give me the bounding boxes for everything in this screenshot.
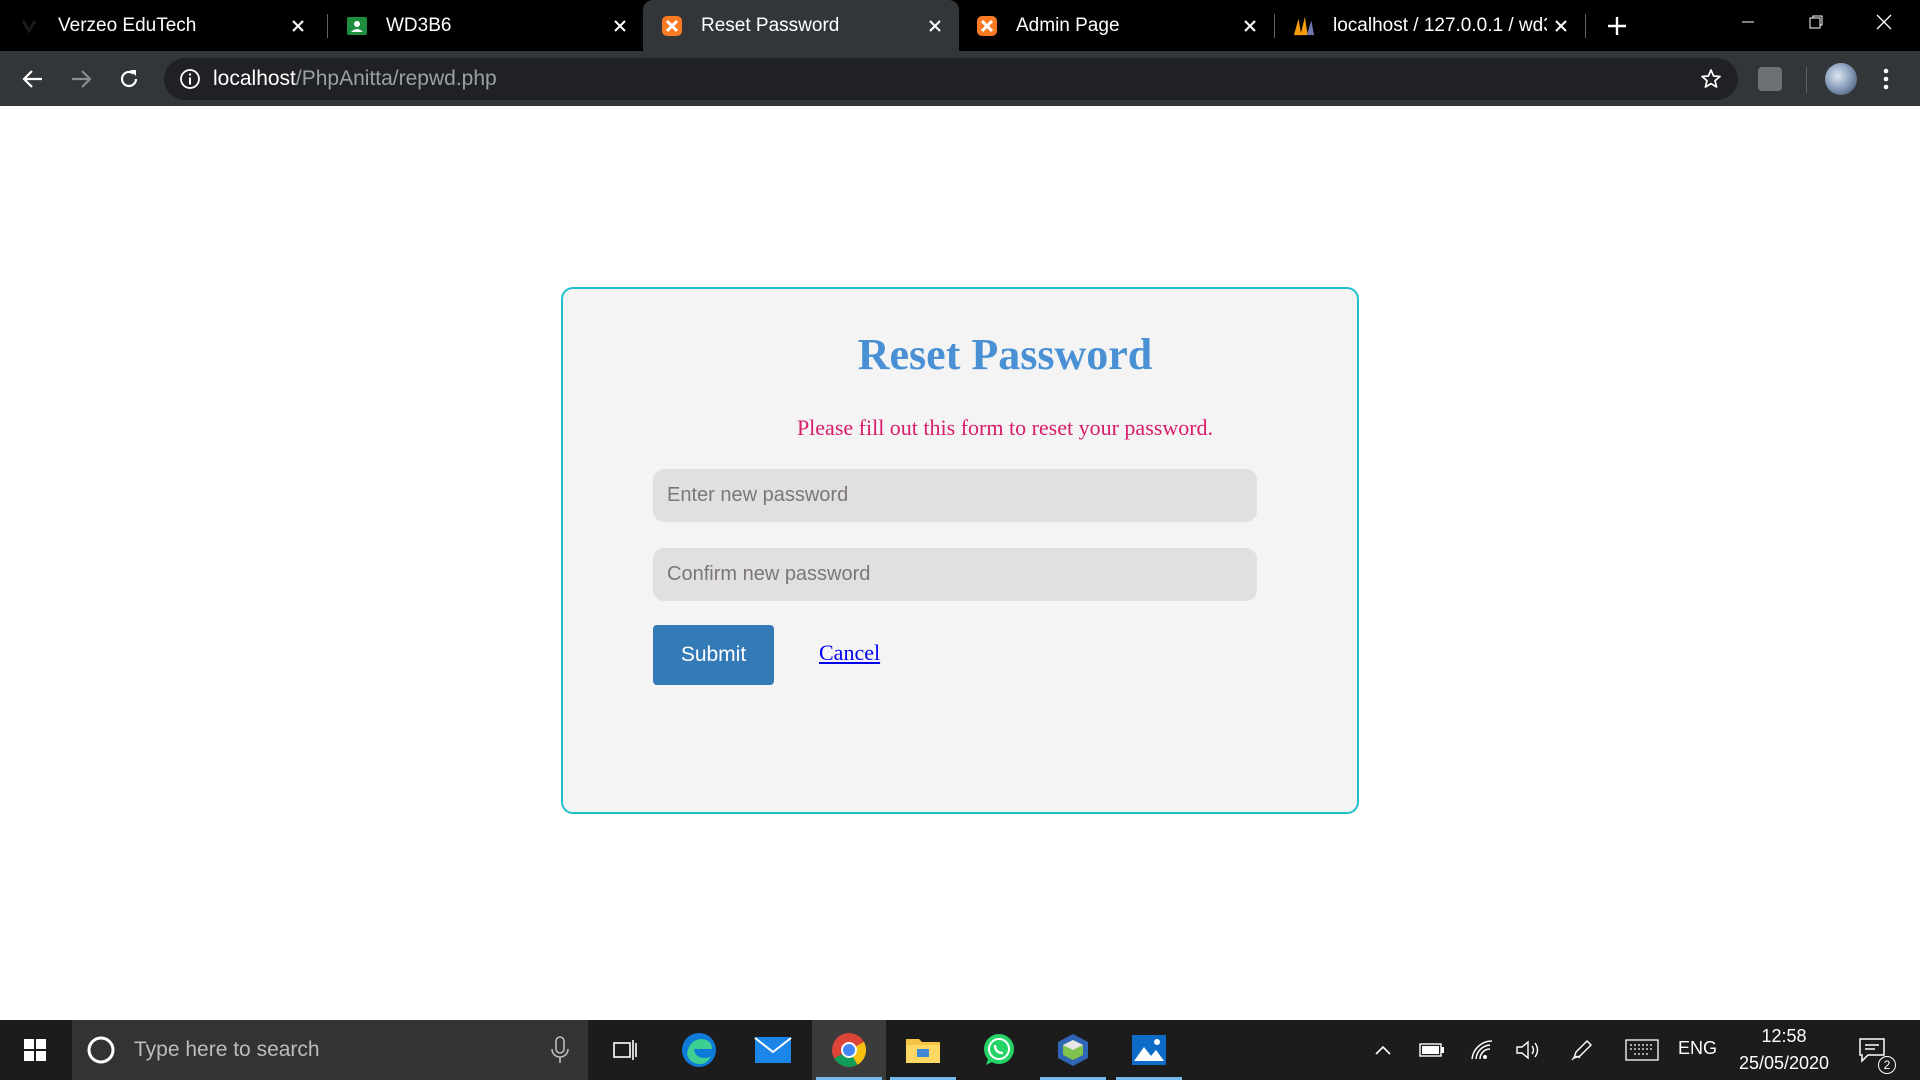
url-path: /PhpAnitta/repwd.php (295, 67, 497, 90)
extension-icon[interactable] (1758, 67, 1782, 91)
start-button[interactable] (0, 1020, 70, 1080)
taskbar-edge[interactable] (662, 1020, 736, 1080)
info-icon[interactable] (179, 68, 201, 90)
arrow-right-icon (72, 70, 92, 88)
photos-icon (1132, 1035, 1166, 1065)
browser-toolbar: localhost/PhpAnitta/repwd.php (0, 51, 1920, 106)
close-tab-icon[interactable] (1236, 12, 1264, 40)
back-button[interactable] (15, 61, 51, 97)
task-view-button[interactable] (588, 1020, 662, 1080)
mail-icon (754, 1037, 792, 1063)
taskbar-search[interactable]: Type here to search (72, 1020, 588, 1080)
tab-admin-page[interactable]: Admin Page (958, 0, 1274, 51)
task-view-icon (613, 1040, 637, 1060)
close-tab-icon[interactable] (284, 12, 312, 40)
show-hidden-icons-button[interactable] (1368, 1020, 1398, 1080)
search-placeholder: Type here to search (134, 1038, 320, 1061)
tab-phpmyadmin[interactable]: localhost / 127.0.0.1 / wd3b6 (1275, 0, 1585, 51)
close-tab-icon[interactable] (1547, 12, 1575, 40)
network-status[interactable] (1464, 1020, 1500, 1080)
close-window-button[interactable] (1854, 0, 1914, 44)
taskbar-virtualbox[interactable] (1036, 1020, 1110, 1080)
form-instructions: Please fill out this form to reset your … (796, 415, 1214, 440)
close-icon (1876, 14, 1892, 30)
chrome-icon (832, 1033, 866, 1067)
edge-icon (682, 1033, 716, 1067)
volume-control[interactable] (1510, 1020, 1546, 1080)
new-password-field[interactable] (653, 469, 1257, 522)
input-language[interactable]: ENG (1678, 1038, 1717, 1059)
cortana-icon (87, 1036, 115, 1064)
wifi-icon (1471, 1040, 1493, 1060)
tab-title: WD3B6 (386, 14, 452, 36)
clock-time: 12:58 (1761, 1026, 1807, 1046)
pen-icon (1571, 1040, 1592, 1061)
submit-button[interactable]: Submit (653, 625, 774, 685)
cancel-link[interactable]: Cancel (819, 640, 880, 666)
forward-button[interactable] (63, 61, 99, 97)
page-content: Reset Password Please fill out this form… (0, 106, 1920, 1020)
pen-workspace[interactable] (1564, 1020, 1600, 1080)
notification-count-badge: 2 (1878, 1056, 1896, 1074)
xampp-icon (661, 15, 683, 37)
tab-reset-password[interactable]: Reset Password (643, 0, 959, 51)
verzeo-icon (18, 15, 40, 37)
arrow-left-icon (22, 70, 42, 88)
windows-logo-icon (24, 1039, 46, 1061)
confirm-password-field[interactable] (653, 548, 1257, 601)
taskbar-file-explorer[interactable] (886, 1020, 960, 1080)
chevron-up-icon (1375, 1045, 1391, 1055)
taskbar-whatsapp[interactable] (962, 1020, 1036, 1080)
taskbar-mail[interactable] (736, 1020, 810, 1080)
reload-icon (120, 70, 138, 88)
windows-taskbar: Type here to search ENG 12:58 25/05/2020… (0, 1020, 1920, 1080)
tab-strip: Verzeo EduTech WD3B6 Reset Password Admi… (0, 0, 1920, 51)
virtualbox-icon (1058, 1034, 1088, 1066)
clock-date: 25/05/2020 (1738, 1053, 1830, 1073)
reset-password-card: Reset Password Please fill out this form… (561, 287, 1359, 814)
phpmyadmin-icon (1293, 15, 1315, 37)
xampp-icon (976, 15, 998, 37)
taskbar-chrome[interactable] (812, 1020, 886, 1080)
url-host: localhost (213, 67, 296, 90)
new-tab-button[interactable] (1602, 11, 1632, 41)
whatsapp-icon (984, 1034, 1014, 1065)
more-vert-icon (1883, 68, 1889, 90)
speaker-icon (1516, 1040, 1539, 1060)
tab-wd3b6[interactable]: WD3B6 (328, 0, 644, 51)
page-title: Reset Password (857, 330, 1153, 379)
tab-title: Reset Password (701, 14, 840, 36)
tab-verzeo-edutech[interactable]: Verzeo EduTech (0, 0, 322, 51)
restore-icon (1809, 15, 1823, 29)
keyboard-icon (1625, 1039, 1659, 1061)
reload-button[interactable] (111, 61, 147, 97)
battery-status[interactable] (1414, 1020, 1450, 1080)
battery-icon (1419, 1043, 1444, 1057)
clock[interactable]: 12:58 25/05/2020 (1730, 1020, 1838, 1080)
menu-button[interactable] (1874, 63, 1898, 95)
touch-keyboard[interactable] (1620, 1020, 1664, 1080)
minimize-icon (1742, 21, 1754, 23)
address-bar[interactable]: localhost/PhpAnitta/repwd.php (164, 58, 1738, 100)
microphone-icon[interactable] (550, 1036, 570, 1064)
minimize-button[interactable] (1718, 0, 1778, 44)
bookmark-star-icon[interactable] (1700, 68, 1722, 90)
close-tab-icon[interactable] (606, 12, 634, 40)
tab-separator (1585, 14, 1586, 38)
close-tab-icon[interactable] (921, 12, 949, 40)
restore-button[interactable] (1786, 0, 1846, 44)
taskbar-photos[interactable] (1112, 1020, 1186, 1080)
tab-title: Verzeo EduTech (58, 14, 197, 36)
tab-title: Admin Page (1016, 14, 1120, 36)
file-explorer-icon (906, 1039, 940, 1063)
classroom-icon (346, 15, 368, 37)
toolbar-separator (1806, 67, 1807, 93)
tab-title: localhost / 127.0.0.1 / wd3b6 (1333, 14, 1547, 36)
plus-icon (1608, 17, 1626, 35)
profile-avatar[interactable] (1825, 63, 1857, 95)
